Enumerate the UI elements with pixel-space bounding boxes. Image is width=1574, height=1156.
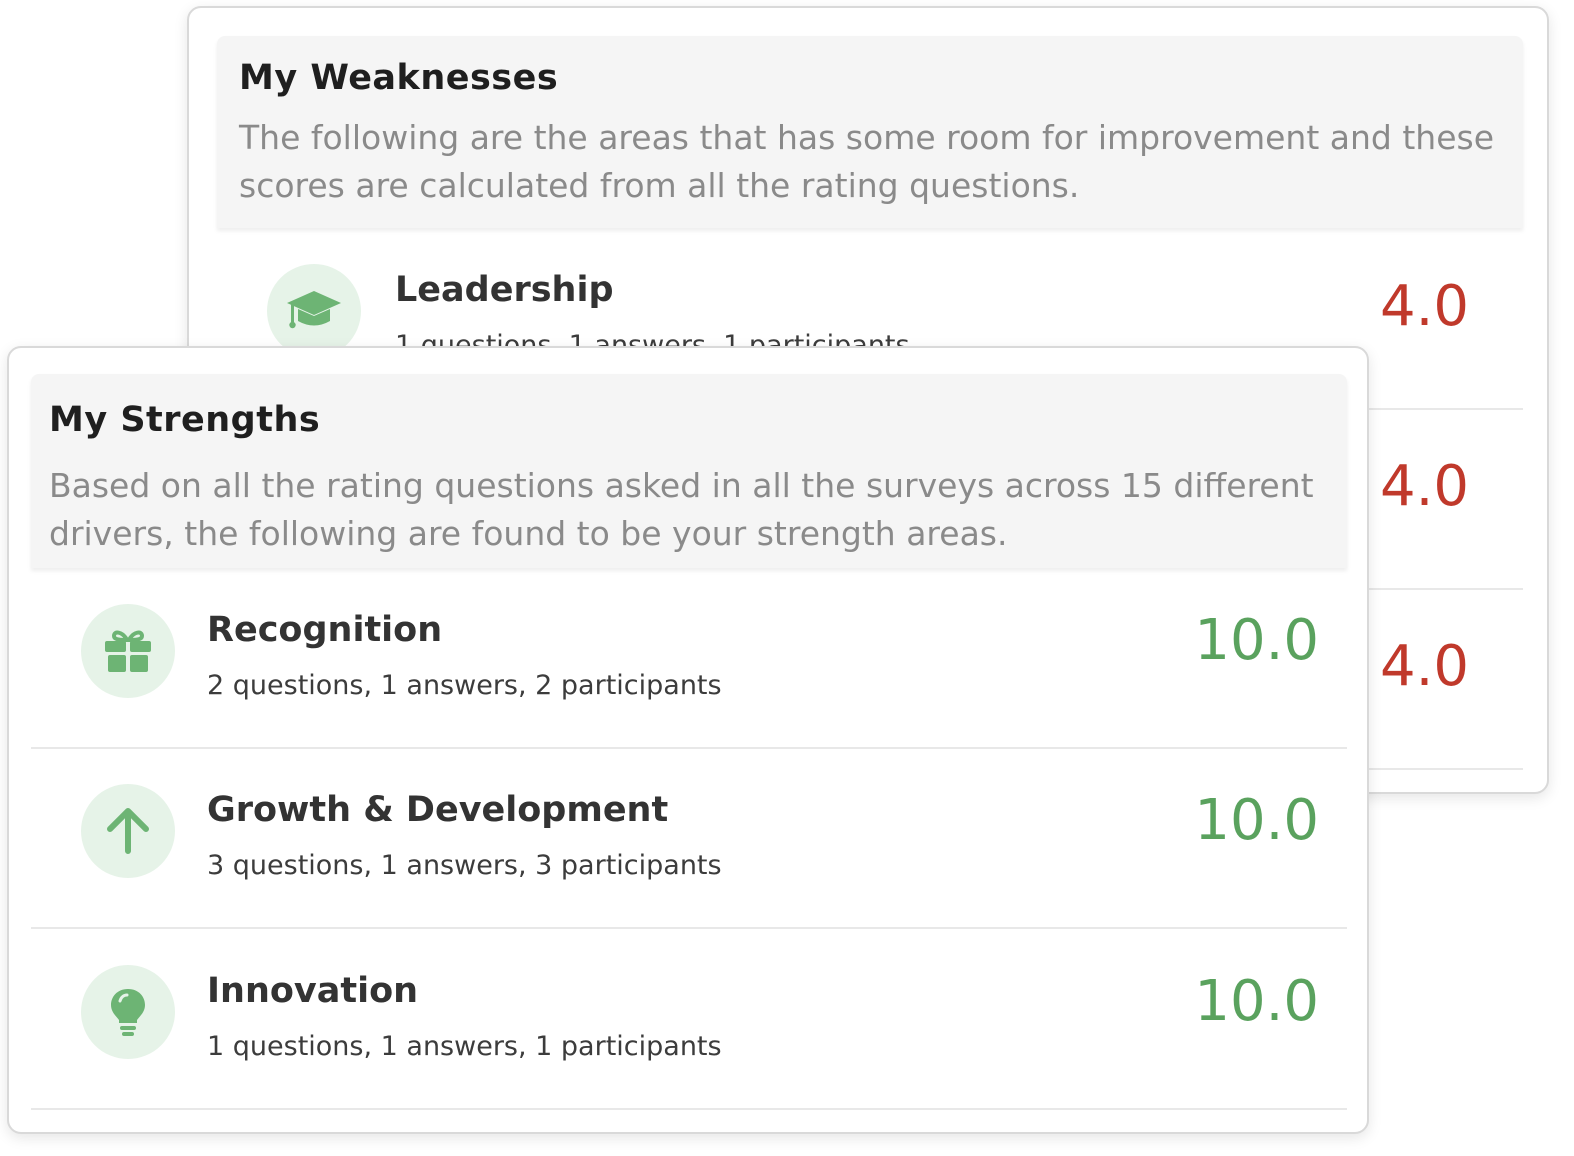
strength-name: Recognition (207, 610, 443, 650)
arrow-up-icon (81, 784, 175, 878)
gift-icon (81, 604, 175, 698)
strengths-header: My Strengths Based on all the rating que… (31, 374, 1347, 568)
strength-row-growth-development[interactable]: Growth & Development 3 questions, 1 answ… (31, 748, 1347, 929)
strengths-description: Based on all the rating questions asked … (49, 466, 1314, 553)
weakness-score: 4.0 (1379, 454, 1469, 519)
strength-meta: 2 questions, 1 answers, 2 participants (207, 670, 722, 701)
stage: My Weaknesses The following are the area… (0, 0, 1574, 1156)
weakness-score: 4.0 (1379, 634, 1469, 699)
strengths-card: My Strengths Based on all the rating que… (7, 346, 1369, 1134)
lightbulb-icon (81, 965, 175, 1059)
weaknesses-description: The following are the areas that has som… (239, 118, 1494, 205)
weaknesses-title: My Weaknesses (239, 58, 559, 98)
strength-meta: 1 questions, 1 answers, 1 participants (207, 1031, 722, 1062)
strength-row-innovation[interactable]: Innovation 1 questions, 1 answers, 1 par… (31, 929, 1347, 1110)
graduation-cap-icon (267, 264, 361, 358)
weakness-name: Leadership (395, 270, 614, 310)
weakness-score: 4.0 (1379, 274, 1469, 339)
strength-name: Innovation (207, 971, 419, 1011)
strength-score: 10.0 (1194, 788, 1319, 853)
strength-score: 10.0 (1194, 969, 1319, 1034)
strength-meta: 3 questions, 1 answers, 3 participants (207, 850, 722, 881)
weaknesses-header: My Weaknesses The following are the area… (217, 36, 1523, 228)
strength-name: Growth & Development (207, 790, 669, 830)
strength-row-recognition[interactable]: Recognition 2 questions, 1 answers, 2 pa… (31, 568, 1347, 749)
strengths-title: My Strengths (49, 400, 321, 440)
strength-score: 10.0 (1194, 608, 1319, 673)
